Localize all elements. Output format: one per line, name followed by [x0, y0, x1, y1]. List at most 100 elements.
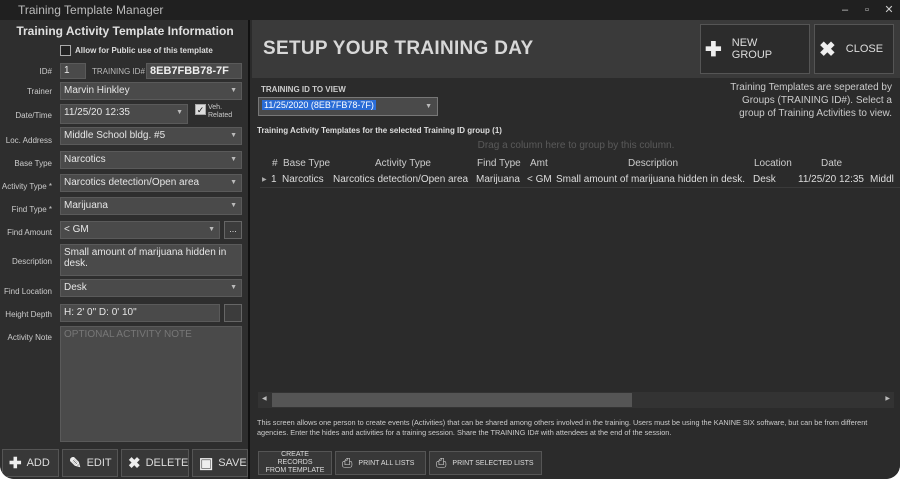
minimize-button[interactable]: – [834, 0, 856, 20]
create-records-button[interactable]: CREATE RECORDS FROM TEMPLATE [258, 451, 332, 475]
base-type-label: Base Type [14, 159, 52, 168]
chevron-down-icon: ▼ [425, 103, 432, 110]
table-row[interactable]: ▶ 1 Narcotics Narcotics detection/Open a… [260, 172, 900, 188]
chevron-down-icon: ▼ [230, 87, 237, 94]
datetime-value: 11/25/20 12:35 [64, 107, 130, 118]
find-type-value: Marijuana [64, 200, 108, 211]
printer-icon: ⎙ [342, 455, 353, 470]
create-records-line2: FROM TEMPLATE [265, 467, 325, 474]
template-info-panel: Training Activity Template Information A… [0, 20, 250, 479]
veh-related-checkbox[interactable]: ✓ [195, 104, 206, 115]
height-depth-more-button[interactable] [224, 304, 242, 322]
groups-info-text: Training Templates are seperated by Grou… [730, 82, 892, 119]
related-label: Related [208, 112, 233, 119]
chevron-down-icon: ▼ [176, 109, 183, 116]
grid-header: # Base Type Activity Type Find Type Amt … [260, 156, 900, 172]
scroll-left-icon[interactable]: ◀ [262, 395, 267, 402]
datetime-label: Date/Time [15, 111, 52, 120]
header: SETUP YOUR TRAINING DAY ✚ NEW GROUP ✖ CL… [252, 20, 900, 78]
plus-icon: ✚ [705, 38, 722, 61]
public-use-label: Allow for Public use of this template [75, 46, 213, 55]
floppy-disk-icon: ▣ [199, 455, 214, 472]
column-header[interactable]: Description [628, 158, 678, 169]
group-by-hint: Drag a column here to group by this colu… [477, 140, 675, 151]
veh-label: Veh. [208, 104, 223, 111]
add-button[interactable]: ✚ ADD [2, 449, 59, 477]
public-use-row[interactable]: Allow for Public use of this template [60, 45, 213, 56]
height-depth-value: H: 2' 0" D: 0' 10" [64, 307, 137, 318]
page-title: SETUP YOUR TRAINING DAY [263, 38, 534, 59]
description-field[interactable]: Small amount of marijuana hidden in desk… [60, 244, 242, 276]
activity-type-select[interactable]: Narcotics detection/Open area ▼ [60, 174, 242, 192]
scroll-right-icon[interactable]: ▶ [885, 395, 890, 402]
save-button[interactable]: ▣ SAVE [192, 449, 248, 477]
find-type-label: Find Type * [11, 205, 52, 214]
panel-title: Training Activity Template Information [16, 24, 234, 38]
print-all-button[interactable]: ⎙ PRINT ALL LISTS [335, 451, 426, 475]
print-selected-button[interactable]: ⎙ PRINT SELECTED LISTS [429, 451, 542, 475]
app-window: Training Template Manager – ▫ ✕ Training… [0, 0, 900, 479]
delete-button[interactable]: ✖ DELETE [121, 449, 189, 477]
x-icon: ✖ [128, 455, 141, 472]
scrollbar-thumb[interactable] [272, 393, 632, 407]
height-depth-field[interactable]: H: 2' 0" D: 0' 10" [60, 304, 220, 322]
printer-icon: ⎙ [436, 455, 447, 470]
veh-related-toggle[interactable]: ✓ Veh. Related [195, 104, 232, 120]
close-window-button[interactable]: ✕ [878, 0, 900, 20]
trainer-value: Marvin Hinkley [64, 85, 130, 96]
new-group-button[interactable]: ✚ NEW GROUP [700, 24, 810, 74]
cell-amount: < GM [527, 174, 552, 185]
base-type-select[interactable]: Narcotics ▼ [60, 151, 242, 169]
cell-base-type: Narcotics [282, 174, 324, 185]
cell-description: Small amount of marijuana hidden in desk… [556, 174, 745, 185]
cell-date: 11/25/20 12:35 [798, 174, 864, 185]
column-header[interactable]: Date [821, 158, 842, 169]
description-label: Description [11, 257, 52, 266]
find-type-select[interactable]: Marijuana ▼ [60, 197, 242, 215]
column-header[interactable]: Location [754, 158, 792, 169]
column-header[interactable]: Find Type [477, 158, 521, 169]
id-field[interactable]: 1 [60, 63, 86, 79]
activity-type-label: Activity Type * [1, 182, 52, 191]
print-all-label: PRINT ALL LISTS [358, 459, 415, 467]
chevron-down-icon: ▼ [230, 132, 237, 139]
find-amount-select[interactable]: < GM ▼ [60, 221, 220, 239]
column-header[interactable]: Amt [530, 158, 548, 169]
column-header[interactable]: Activity Type [375, 158, 431, 169]
loc-address-label: Loc. Address [5, 136, 52, 145]
save-label: SAVE [218, 457, 247, 469]
activity-note-label: Activity Note [7, 333, 52, 342]
find-location-label: Find Location [3, 287, 52, 296]
find-amount-value: < GM [64, 224, 89, 235]
activity-note-field[interactable]: OPTIONAL ACTIVITY NOTE [60, 326, 242, 442]
maximize-button[interactable]: ▫ [856, 0, 878, 20]
chevron-down-icon: ▼ [230, 179, 237, 186]
public-use-checkbox[interactable] [60, 45, 71, 56]
create-records-line1: CREATE RECORDS [277, 451, 313, 466]
close-button[interactable]: ✖ CLOSE [814, 24, 894, 74]
window-title: Training Template Manager [18, 3, 164, 17]
chevron-down-icon: ▼ [230, 284, 237, 291]
grid-title: Training Activity Templates for the sele… [257, 126, 502, 135]
training-id-view-select[interactable]: 11/25/2020 (8EB7FB78-7F) ▼ [258, 97, 438, 116]
training-day-panel: SETUP YOUR TRAINING DAY ✚ NEW GROUP ✖ CL… [252, 20, 900, 479]
trainer-select[interactable]: Marvin Hinkley ▼ [60, 82, 242, 100]
training-id-label: TRAINING ID# [92, 67, 145, 76]
training-id-field[interactable]: 8EB7FBB78-7F [146, 63, 242, 79]
datetime-picker[interactable]: 11/25/20 12:35 ▼ [60, 104, 188, 124]
print-selected-label: PRINT SELECTED LISTS [452, 459, 534, 467]
horizontal-scrollbar[interactable]: ◀ ▶ [258, 392, 894, 408]
column-header[interactable]: Base Type [283, 158, 330, 169]
activity-type-value: Narcotics detection/Open area [64, 177, 200, 188]
edit-button[interactable]: ✎ EDIT [62, 449, 118, 477]
pencil-icon: ✎ [69, 455, 82, 472]
cell-location: Desk [753, 174, 776, 185]
cell-activity-type: Narcotics detection/Open area [333, 174, 469, 185]
description-value: Small amount of marijuana hidden in desk… [64, 247, 227, 269]
find-location-select[interactable]: Desk ▼ [60, 279, 242, 297]
delete-label: DELETE [145, 457, 189, 469]
find-amount-more-button[interactable]: ... [224, 221, 242, 239]
loc-address-select[interactable]: Middle School bldg. #5 ▼ [60, 127, 242, 145]
height-depth-label: Height Depth [5, 310, 52, 319]
column-header[interactable]: # [272, 158, 278, 169]
